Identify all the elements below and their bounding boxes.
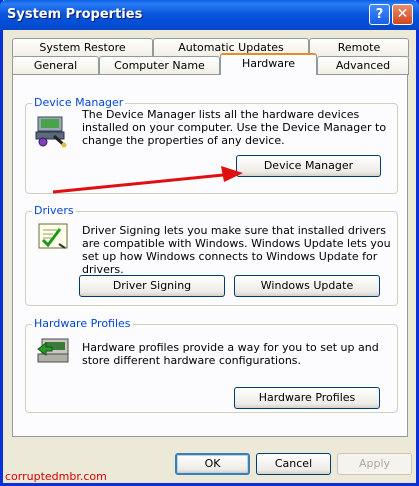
annotation-arrow bbox=[52, 166, 243, 194]
tab-remote[interactable]: Remote bbox=[309, 38, 409, 57]
device-manager-button[interactable]: Device Manager bbox=[236, 155, 381, 177]
system-properties-window: System Properties ? ✕ System Restore Aut… bbox=[0, 0, 419, 486]
hardware-profiles-button[interactable]: Hardware Profiles bbox=[234, 387, 380, 409]
title-bar[interactable]: System Properties ? ✕ bbox=[0, 0, 419, 30]
hardware-profiles-description: Hardware profiles provide a way for you … bbox=[82, 341, 379, 367]
help-button[interactable]: ? bbox=[369, 4, 390, 25]
watermark-text: corruptedmbr.com bbox=[5, 470, 107, 483]
tab-label: System Restore bbox=[39, 41, 126, 54]
ok-button[interactable]: OK bbox=[175, 453, 250, 475]
tab-label: Advanced bbox=[335, 59, 391, 72]
cancel-button[interactable]: Cancel bbox=[256, 453, 331, 475]
windows-update-button[interactable]: Windows Update bbox=[234, 275, 380, 297]
group-label: Hardware Profiles bbox=[32, 317, 133, 330]
driver-signing-button[interactable]: Driver Signing bbox=[79, 275, 225, 297]
tab-general[interactable]: General bbox=[12, 56, 99, 75]
tab-label: Hardware bbox=[241, 57, 296, 70]
tab-label: General bbox=[33, 59, 78, 72]
tab-computer-name[interactable]: Computer Name bbox=[99, 56, 220, 75]
tab-system-restore[interactable]: System Restore bbox=[12, 38, 153, 57]
apply-button[interactable]: Apply bbox=[337, 453, 412, 475]
hardware-tab-panel: Device Manager The Device Manager lists … bbox=[12, 74, 408, 437]
hardware-profiles-group: Hardware Profiles Hardware profiles prov… bbox=[25, 317, 398, 413]
tab-advanced[interactable]: Advanced bbox=[317, 56, 409, 75]
hardware-profiles-icon bbox=[37, 338, 69, 363]
tab-label: Computer Name bbox=[114, 59, 205, 72]
group-label: Drivers bbox=[32, 204, 76, 217]
drivers-description: Driver Signing lets you make sure that i… bbox=[82, 224, 391, 276]
tab-label: Remote bbox=[337, 41, 381, 54]
tab-hardware[interactable]: Hardware bbox=[220, 53, 317, 75]
drivers-group: Drivers Driver Signing lets you make sur… bbox=[25, 204, 398, 306]
driver-signing-icon bbox=[38, 223, 68, 249]
device-manager-icon bbox=[35, 116, 67, 148]
window-title: System Properties bbox=[7, 7, 143, 22]
close-button[interactable]: ✕ bbox=[392, 4, 413, 25]
device-manager-description: The Device Manager lists all the hardwar… bbox=[82, 108, 387, 147]
